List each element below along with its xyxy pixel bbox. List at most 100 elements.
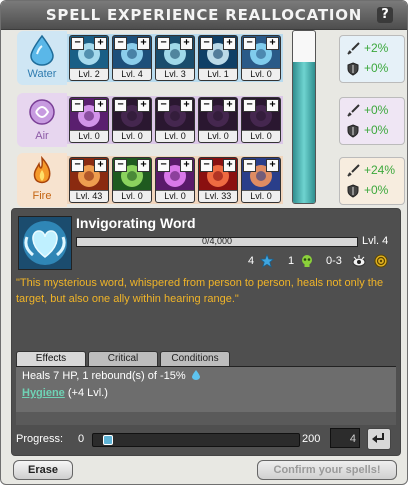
spell-slot[interactable]: − + Lvl. 0 <box>69 97 109 143</box>
spell-slot[interactable]: − + Lvl. 0 <box>241 157 281 203</box>
increase-level-button[interactable]: + <box>94 159 107 172</box>
decrease-level-button[interactable]: − <box>200 37 213 50</box>
increase-level-button[interactable]: + <box>94 99 107 112</box>
element-row-fire: Fire − + Lvl. 43− + Lvl. 0− + Lvl. 0− + Lvl. 33− +… <box>11 152 405 208</box>
sword-icon <box>347 104 360 117</box>
spell-slot[interactable]: − + Lvl. 0 <box>112 157 152 203</box>
decrease-level-button[interactable]: − <box>200 159 213 172</box>
increase-level-button[interactable]: + <box>137 159 150 172</box>
decrease-level-button[interactable]: − <box>157 37 170 50</box>
damage-bonus: +2% <box>346 40 402 58</box>
decrease-level-button[interactable]: − <box>71 99 84 112</box>
resistance-bonus: +0% <box>346 60 402 78</box>
spell-slot[interactable]: − + Lvl. 4 <box>112 35 152 81</box>
spell-level-label: Lvl. 0 <box>156 190 194 202</box>
spell-reallocation-window: SPELL EXPERIENCE REALLOCATION ? Water − + L… <box>0 0 408 485</box>
increase-level-button[interactable]: + <box>266 99 279 112</box>
spell-level: Lvl. 4 <box>362 235 389 247</box>
progress-max: 200 <box>302 433 321 445</box>
apply-progress-button[interactable] <box>367 428 391 450</box>
critical-skull-icon <box>302 255 312 267</box>
damage-bonus: +0% <box>346 102 402 120</box>
increase-level-button[interactable]: + <box>266 159 279 172</box>
decrease-level-button[interactable]: − <box>157 99 170 112</box>
water-drop-icon <box>30 34 54 66</box>
effect-heal-line: Heals 7 HP, 1 rebound(s) of -15% <box>22 370 200 382</box>
resistance-bonus: +0% <box>346 182 402 200</box>
resistance-bonus-value: +0% <box>364 123 389 137</box>
element-badge-air: Air <box>17 93 67 147</box>
increase-level-button[interactable]: + <box>180 99 193 112</box>
element-badge-water: Water <box>17 31 67 85</box>
spell-level-label: Lvl. 0 <box>156 130 194 142</box>
progress-slider[interactable] <box>92 433 300 447</box>
xp-pool-gauge-fill <box>293 62 315 203</box>
shield-icon <box>347 124 359 138</box>
increase-level-button[interactable]: + <box>223 159 236 172</box>
tab-conditions[interactable]: Conditions <box>160 351 230 366</box>
decrease-level-button[interactable]: − <box>71 37 84 50</box>
decrease-level-button[interactable]: − <box>243 37 256 50</box>
spell-level-label: Lvl. 3 <box>156 68 194 80</box>
decrease-level-button[interactable]: − <box>114 99 127 112</box>
spell-slot[interactable]: − + Lvl. 3 <box>155 35 195 81</box>
tab-effects[interactable]: Effects <box>16 351 86 366</box>
confirm-spells-button[interactable]: Confirm your spells! <box>257 460 397 480</box>
element-label: Air <box>35 130 49 142</box>
hygiene-link[interactable]: Hygiene <box>22 387 65 399</box>
spell-level-label: Lvl. 0 <box>70 130 108 142</box>
progress-value-field[interactable]: 4 <box>330 428 360 448</box>
increase-level-button[interactable]: + <box>223 37 236 50</box>
spell-slot[interactable]: − + Lvl. 0 <box>241 97 281 143</box>
increase-level-button[interactable]: + <box>266 37 279 50</box>
progress-min: 0 <box>78 433 85 445</box>
decrease-level-button[interactable]: − <box>114 159 127 172</box>
increase-level-button[interactable]: + <box>137 99 150 112</box>
decrease-level-button[interactable]: − <box>243 99 256 112</box>
increase-level-button[interactable]: + <box>137 37 150 50</box>
effects-list-spacer <box>16 412 396 425</box>
spell-slot[interactable]: − + Lvl. 0 <box>155 97 195 143</box>
increase-level-button[interactable]: + <box>94 37 107 50</box>
progress-label: Progress: <box>16 433 64 445</box>
spell-description: "This mysterious word, whispered from pe… <box>16 277 384 305</box>
spell-slot[interactable]: − + Lvl. 0 <box>112 97 152 143</box>
decrease-level-button[interactable]: − <box>114 37 127 50</box>
decrease-level-button[interactable]: − <box>243 159 256 172</box>
spell-level-label: Lvl. 33 <box>199 190 237 202</box>
tab-critical[interactable]: Critical <box>88 351 158 366</box>
line-of-sight-eye-icon <box>352 255 366 267</box>
decrease-level-button[interactable]: − <box>200 99 213 112</box>
help-button[interactable]: ? <box>377 7 393 23</box>
spell-name: Invigorating Word <box>76 215 196 231</box>
effects-list: Heals 7 HP, 1 rebound(s) of -15% Hygiene… <box>16 366 396 413</box>
erase-button[interactable]: Erase <box>13 460 73 480</box>
decrease-level-button[interactable]: − <box>71 159 84 172</box>
spell-slot[interactable]: − + Lvl. 43 <box>69 157 109 203</box>
spell-slot[interactable]: − + Lvl. 0 <box>155 157 195 203</box>
modifiable-range-icon <box>374 254 388 268</box>
spell-slot[interactable]: − + Lvl. 0 <box>241 35 281 81</box>
resistance-bonus-value: +0% <box>364 183 389 197</box>
damage-bonus-value: +2% <box>364 41 389 55</box>
enter-arrow-icon <box>372 433 384 443</box>
increase-level-button[interactable]: + <box>180 159 193 172</box>
sword-icon <box>347 42 360 55</box>
spell-slot[interactable]: − + Lvl. 33 <box>198 157 238 203</box>
shield-icon <box>347 184 359 198</box>
decrease-level-button[interactable]: − <box>157 159 170 172</box>
increase-level-button[interactable]: + <box>180 37 193 50</box>
spell-slot[interactable]: − + Lvl. 2 <box>69 35 109 81</box>
spell-detail-panel: Invigorating Word 0/4,000 Lvl. 4 4 1 0-3… <box>11 208 401 456</box>
progress-slider-thumb[interactable] <box>103 435 113 445</box>
spell-level-label: Lvl. 0 <box>113 190 151 202</box>
spell-slot[interactable]: − + Lvl. 0 <box>198 97 238 143</box>
shield-icon <box>347 62 359 76</box>
element-label: Water <box>27 68 57 80</box>
resistance-bonus-value: +0% <box>364 61 389 75</box>
increase-level-button[interactable]: + <box>223 99 236 112</box>
effect-heal-text: Heals 7 HP, 1 rebound(s) of -15% <box>22 370 186 382</box>
ap-cost-value: 4 <box>248 255 255 267</box>
element-label: Fire <box>32 190 52 202</box>
spell-slot[interactable]: − + Lvl. 1 <box>198 35 238 81</box>
